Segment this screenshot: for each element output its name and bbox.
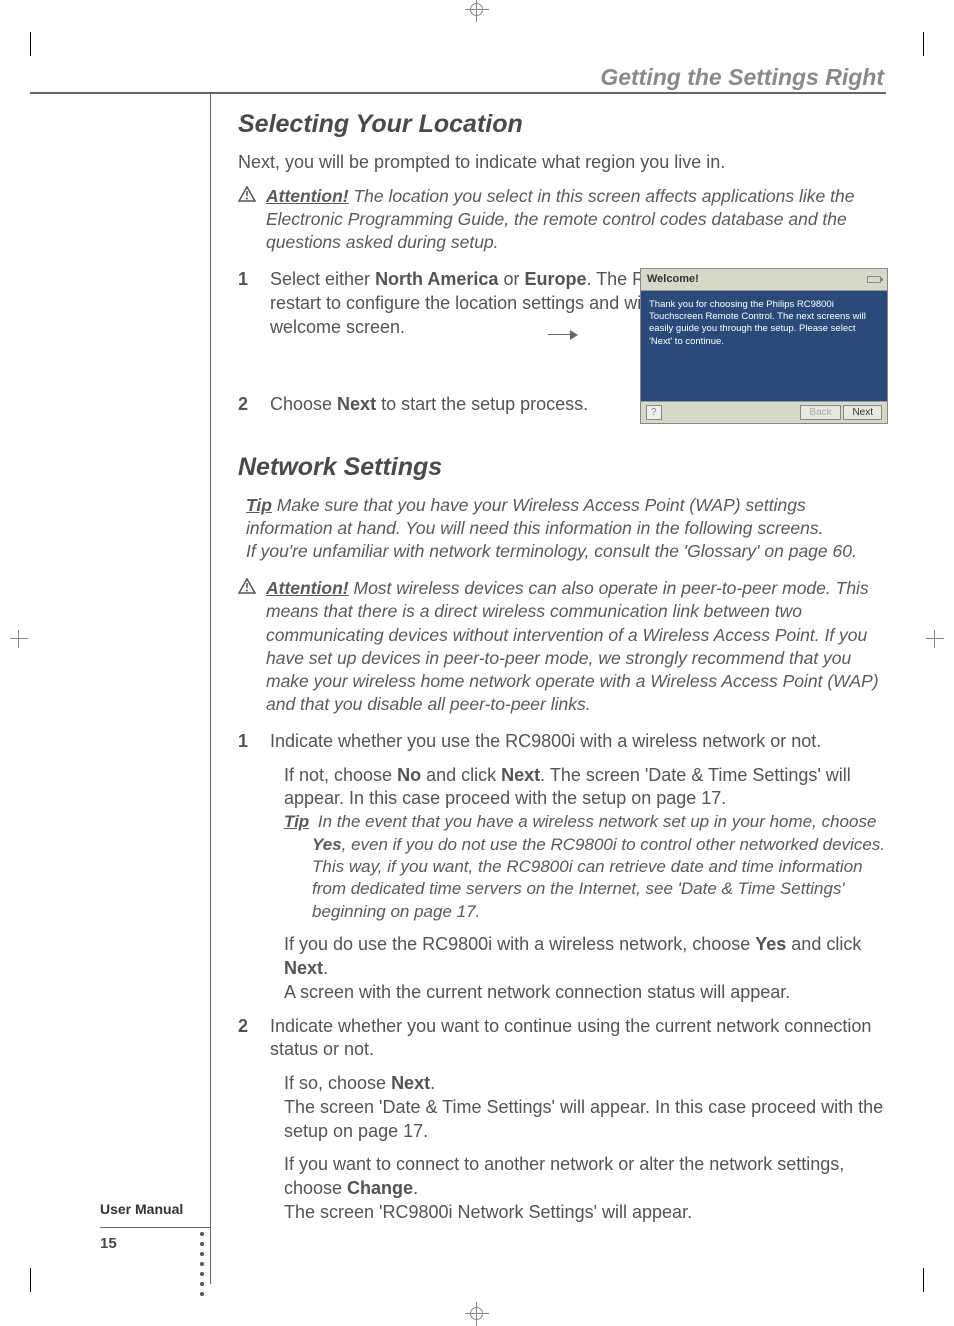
back-button: Back bbox=[800, 405, 840, 420]
substep: If you do use the RC9800i with a wireles… bbox=[284, 933, 888, 1004]
step-number: 1 bbox=[238, 730, 256, 754]
running-header: Getting the Settings Right bbox=[600, 64, 884, 91]
step-body: Indicate whether you want to continue us… bbox=[270, 1015, 888, 1063]
welcome-screenshot: Welcome! Thank you for choosing the Phil… bbox=[640, 268, 888, 424]
warning-icon bbox=[238, 577, 258, 716]
warning-icon bbox=[238, 185, 258, 254]
tip-text: Make sure that you have your Wireless Ac… bbox=[246, 495, 824, 538]
tip-label: Tip bbox=[246, 495, 272, 515]
section-heading: Selecting Your Location bbox=[238, 108, 888, 141]
substep: If not, choose No and click Next. The sc… bbox=[284, 764, 888, 924]
step-body: Indicate whether you use the RC9800i wit… bbox=[270, 730, 888, 754]
crop-mark-bottom bbox=[465, 1302, 489, 1326]
attention-text: Most wireless devices can also operate i… bbox=[266, 578, 879, 713]
tip-callout: Tip Make sure that you have your Wireles… bbox=[238, 494, 888, 563]
step-number: 2 bbox=[238, 393, 256, 417]
trim-mark bbox=[30, 1268, 54, 1292]
tip-label: Tip bbox=[284, 812, 309, 831]
attention-label: Attention! bbox=[266, 186, 349, 206]
crop-mark-top bbox=[465, 0, 489, 22]
substep: If so, choose Next. The screen 'Date & T… bbox=[284, 1072, 888, 1143]
attention-text: The location you select in this screen a… bbox=[266, 186, 854, 252]
page-number: 15 bbox=[100, 1235, 117, 1252]
side-register-mark bbox=[10, 630, 28, 648]
header-rule bbox=[30, 92, 886, 94]
section-heading: Network Settings bbox=[238, 451, 888, 484]
step-number: 1 bbox=[238, 268, 256, 339]
inline-tip: Tip In the event that you have a wireles… bbox=[284, 811, 888, 923]
tip-text-line2: If you're unfamiliar with network termin… bbox=[246, 541, 857, 561]
attention-label: Attention! bbox=[266, 578, 349, 598]
footer-rule bbox=[100, 1227, 210, 1228]
footer-label: User Manual bbox=[100, 1201, 183, 1217]
attention-callout: Attention! The location you select in th… bbox=[238, 185, 888, 254]
step-number: 2 bbox=[238, 1015, 256, 1063]
trim-mark bbox=[900, 1268, 924, 1292]
side-register-mark bbox=[926, 630, 944, 648]
next-button: Next bbox=[843, 405, 882, 420]
battery-icon bbox=[867, 276, 881, 283]
screenshot-title: Welcome! bbox=[647, 272, 699, 287]
intro-text: Next, you will be prompted to indicate w… bbox=[238, 151, 888, 175]
trim-mark bbox=[30, 32, 54, 56]
screenshot-body: Thank you for choosing the Philips RC980… bbox=[641, 291, 887, 401]
trim-mark bbox=[900, 32, 924, 56]
help-button: ? bbox=[646, 405, 662, 420]
arrow-indicator bbox=[548, 331, 578, 339]
margin-rule bbox=[210, 92, 211, 1284]
footer-dots bbox=[200, 1232, 204, 1296]
substep: If you want to connect to another networ… bbox=[284, 1153, 888, 1224]
attention-callout: Attention! Most wireless devices can als… bbox=[238, 577, 888, 716]
